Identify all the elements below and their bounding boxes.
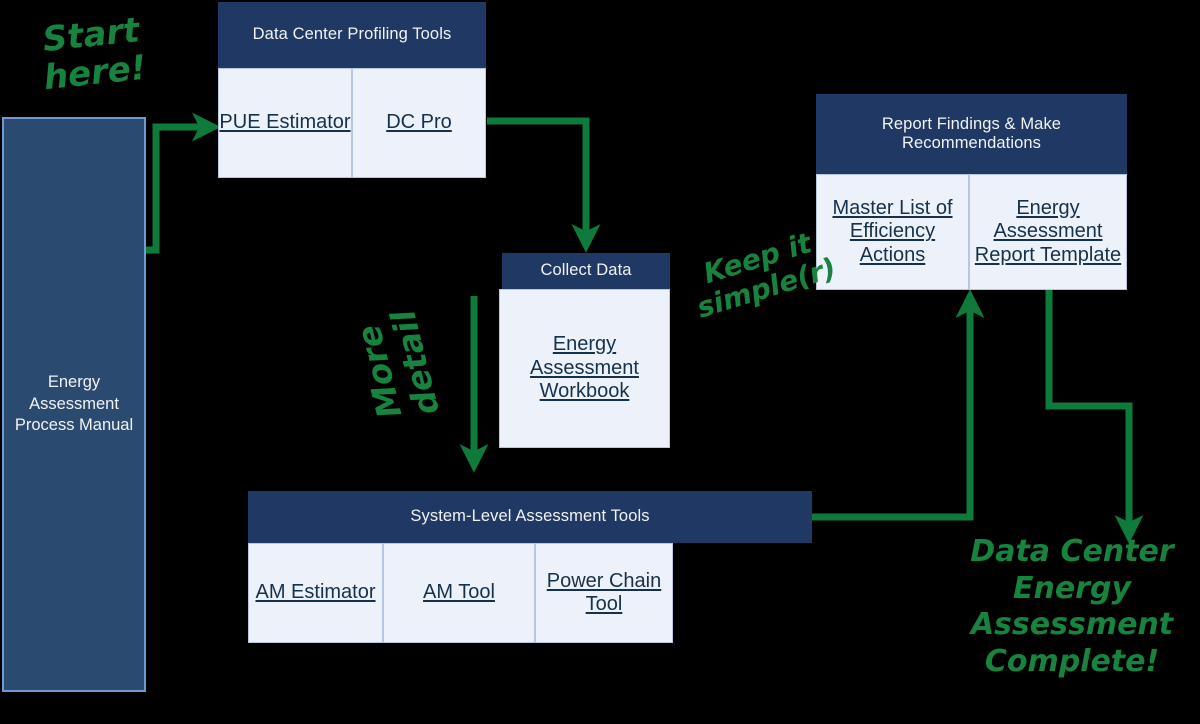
arrow-manual-to-profiling: [146, 112, 221, 254]
arrow-system-to-report: [812, 289, 985, 521]
tool-am-estimator[interactable]: AM Estimator: [248, 543, 383, 643]
group-data-center-profiling-tools: Data Center Profiling Tools PUE Estimato…: [218, 2, 486, 178]
collect-data-header: Collect Data: [502, 253, 670, 289]
group-collect-data: Collect Data Energy Assessment Workbook: [499, 253, 670, 448]
annotation-complete: Data Center Energy Assessment Complete!: [970, 534, 1174, 679]
tool-power-chain-tool[interactable]: Power Chain Tool: [535, 543, 673, 643]
annotation-start-here: Start here!: [40, 10, 149, 99]
tool-pue-estimator[interactable]: PUE Estimator: [218, 68, 352, 178]
tool-dc-pro[interactable]: DC Pro: [352, 68, 486, 178]
report-findings-header: Report Findings & Make Recommendations: [816, 94, 1127, 174]
annotation-keep-it-simple: Keep it simple(r): [693, 226, 840, 325]
energy-assessment-process-manual-box[interactable]: Energy Assessment Process Manual: [2, 117, 146, 692]
tool-am-tool[interactable]: AM Tool: [383, 543, 535, 643]
profiling-tools-body: PUE Estimator DC Pro: [218, 68, 486, 178]
diagram-canvas: Energy Assessment Process Manual Data Ce…: [0, 0, 1200, 724]
collect-data-body: Energy Assessment Workbook: [499, 289, 670, 448]
group-report-findings: Report Findings & Make Recommendations M…: [816, 94, 1127, 290]
report-findings-body: Master List of Efficiency Actions Energy…: [816, 174, 1127, 290]
profiling-tools-header: Data Center Profiling Tools: [218, 2, 486, 68]
arrow-report-to-complete: [1045, 290, 1144, 544]
group-system-level-assessment-tools: System-Level Assessment Tools AM Estimat…: [248, 491, 812, 643]
tool-energy-assessment-report-template[interactable]: Energy Assessment Report Template: [969, 174, 1127, 290]
manual-label: Energy Assessment Process Manual: [14, 372, 134, 435]
tool-energy-assessment-workbook[interactable]: Energy Assessment Workbook: [499, 289, 670, 448]
system-level-header: System-Level Assessment Tools: [248, 491, 812, 543]
system-level-body: AM Estimator AM Tool Power Chain Tool: [248, 543, 673, 643]
arrow-profiling-to-collect: [487, 117, 601, 253]
annotation-more-detail: More detail: [348, 306, 447, 423]
